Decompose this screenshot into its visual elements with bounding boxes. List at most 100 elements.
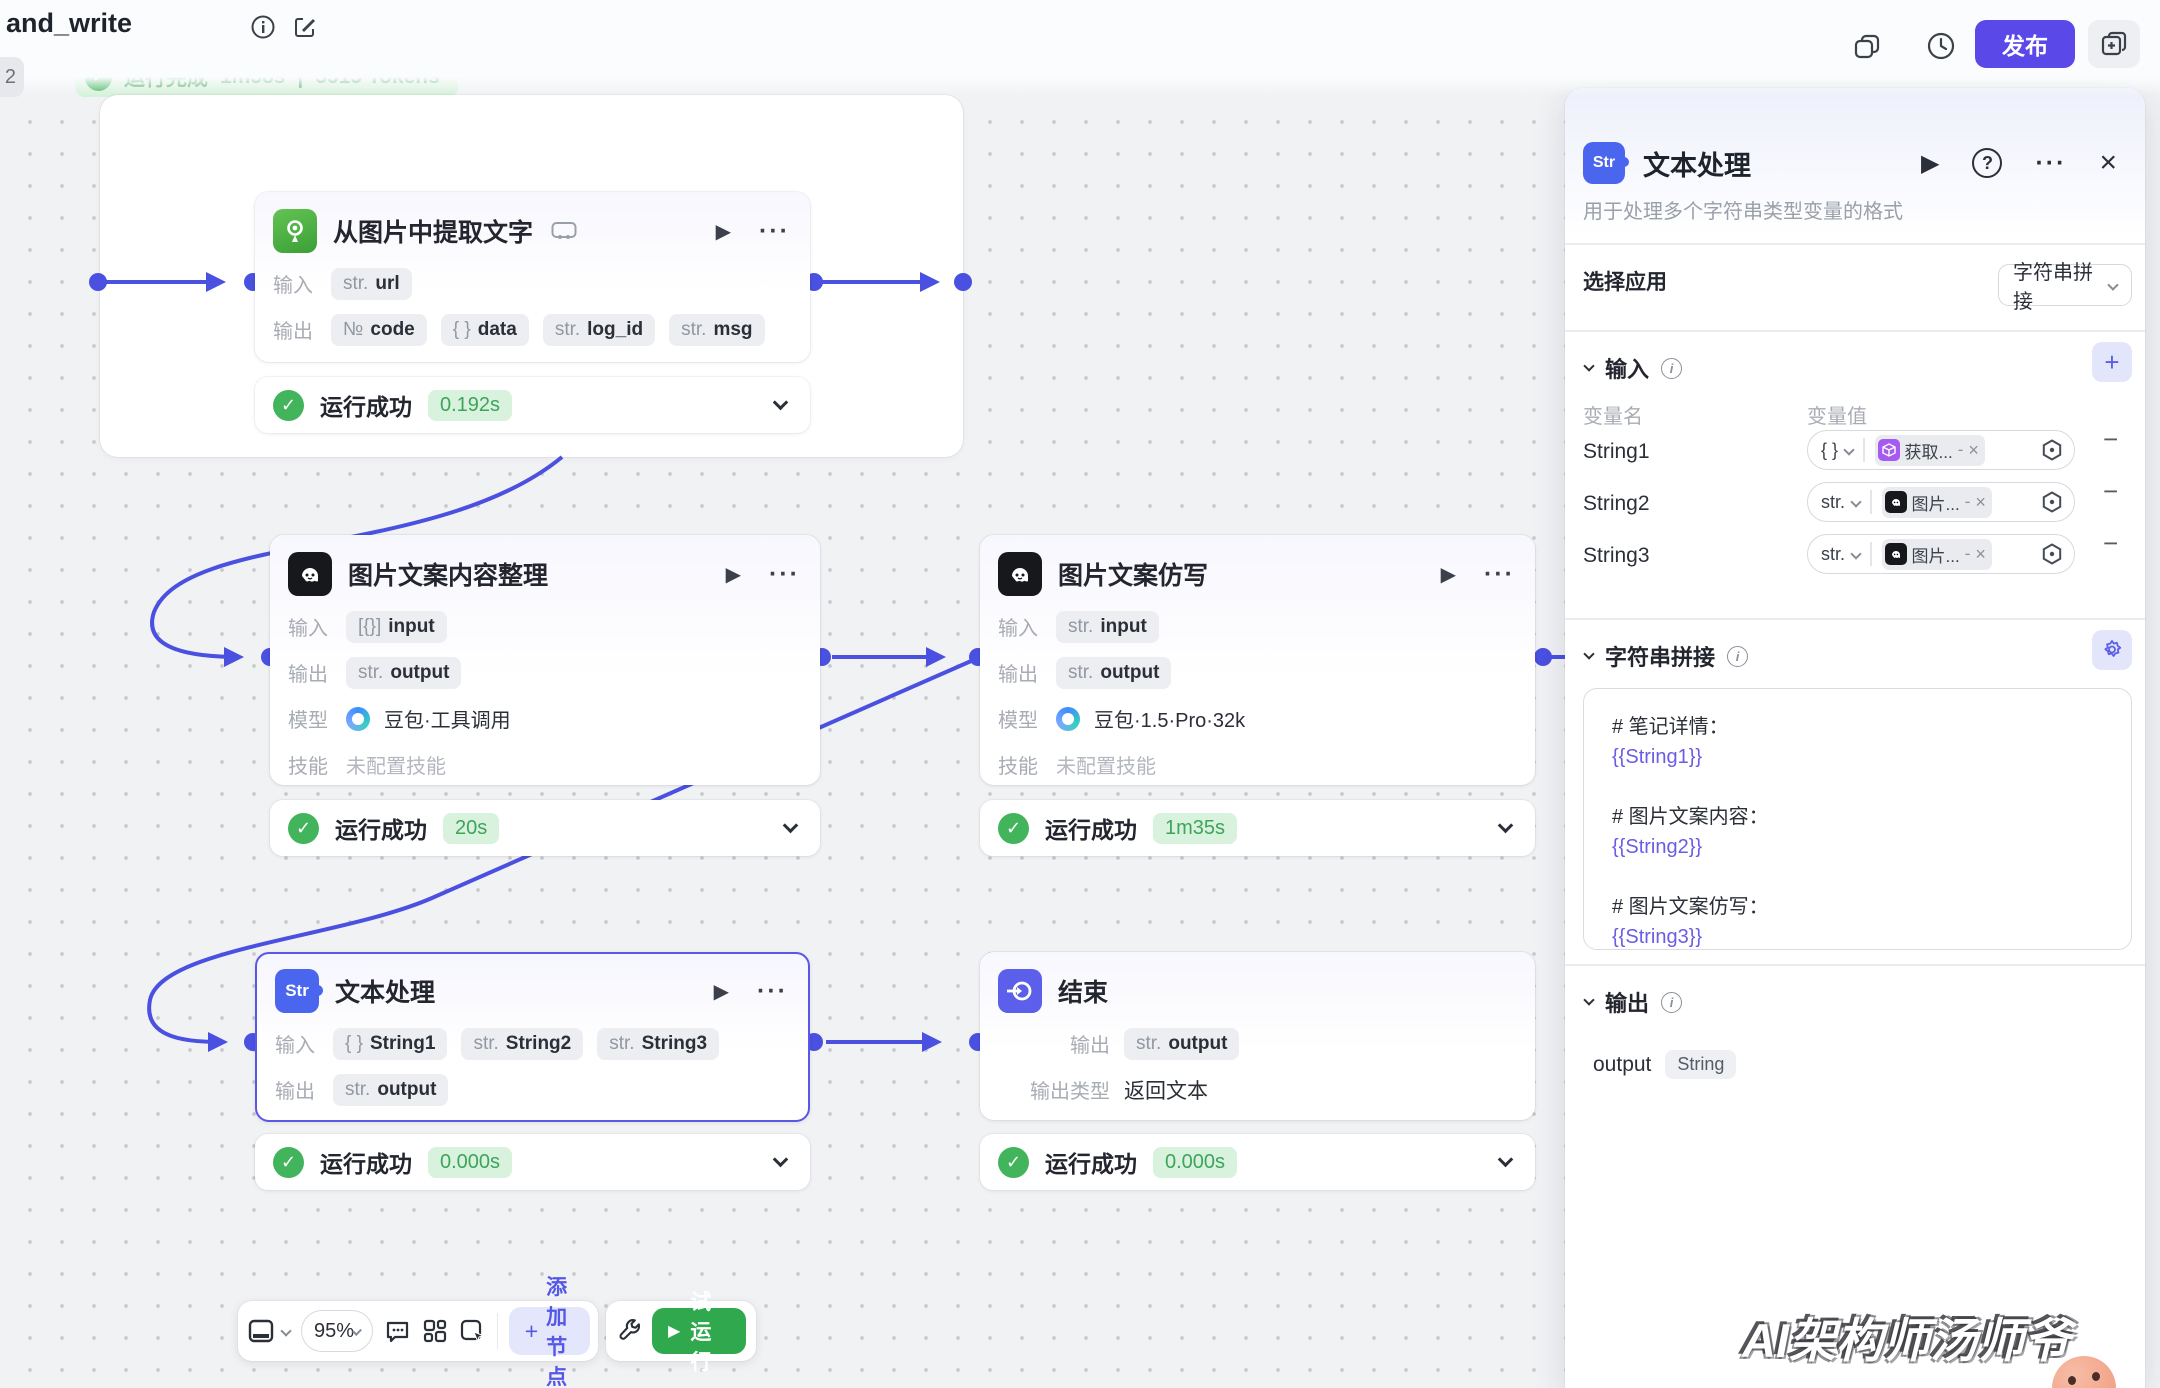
variable-ref-pill[interactable]: 获取... - × (1875, 435, 1985, 466)
status-time: 20s (443, 813, 499, 844)
var-value-control[interactable]: { } 获取... - × (1807, 430, 2075, 470)
node-output-row: 输出 str.output (998, 654, 1517, 691)
zoom-value: 95% (314, 1320, 354, 1343)
variable-ref-pill[interactable]: 图片... - × (1882, 539, 1992, 570)
remove-icon[interactable]: × (1975, 492, 1986, 513)
output-section-header[interactable]: 输出 i (1585, 986, 1682, 1018)
param-pill: str.input (1056, 611, 1159, 643)
input-section-header[interactable]: 输入 i (1585, 352, 1682, 384)
skill-label: 技能 (998, 750, 1042, 779)
panel-title: 文本处理 (1643, 144, 1751, 183)
template-line: # 图片文案仿写： (1612, 892, 2103, 922)
status-time: 1m35s (1153, 813, 1237, 844)
close-icon[interactable]: × (2099, 148, 2117, 178)
node-output-type-row: 输出类型 返回文本 (998, 1071, 1517, 1108)
adjust-icon[interactable] (2040, 542, 2064, 566)
concat-template-editor[interactable]: # 笔记详情： {{String1}} # 图片文案内容： {{String2}… (1583, 688, 2132, 950)
copy-icon[interactable] (1852, 32, 1882, 62)
add-node-button[interactable]: + 添加节点 (509, 1307, 590, 1355)
status-bar-text-process[interactable]: ✓ 运行成功 0.000s (255, 1134, 810, 1190)
zoom-select[interactable]: 95% (301, 1310, 373, 1352)
add-panel-button[interactable] (2088, 20, 2140, 68)
test-run-button[interactable]: ▶ 试运行 (652, 1308, 746, 1354)
template-line: # 图片文案内容： (1612, 802, 2103, 832)
publish-button[interactable]: 发布 (1975, 20, 2075, 68)
var-name: String1 (1583, 440, 1650, 464)
doubao-ghost-icon (288, 552, 332, 596)
remove-icon[interactable]: × (1975, 544, 1986, 565)
output-label: 输出 (273, 315, 317, 344)
divider (1863, 438, 1865, 462)
node-run-icon[interactable]: ▶ (716, 219, 731, 244)
param-pill: str.String3 (597, 1028, 719, 1060)
status-label: 运行成功 (335, 811, 427, 845)
input-label: 输入 (273, 269, 317, 298)
node-extract-text-from-image[interactable]: 从图片中提取文字 ▶ ··· 输入 str.url 输出 №code { }da… (255, 192, 810, 362)
status-time: 0.192s (428, 390, 512, 421)
model-name: 豆包·1.5·Pro·32k (1094, 704, 1245, 733)
remove-row-button[interactable]: − (2103, 476, 2118, 507)
edit-icon[interactable] (292, 14, 318, 40)
var-value-control[interactable]: str. 图片... - × (1807, 534, 2075, 574)
canvas-toolbar: 95% + 添加节点 (238, 1301, 598, 1361)
status-label: 运行成功 (320, 1145, 412, 1179)
version-count-badge[interactable]: 2 (0, 57, 24, 97)
add-input-button[interactable]: + (2092, 342, 2132, 382)
concat-settings-button[interactable] (2092, 630, 2132, 670)
node-input-row: 输入 str.url (273, 265, 792, 302)
status-bar-organize[interactable]: ✓ 运行成功 20s (270, 800, 820, 856)
info-icon[interactable] (250, 14, 276, 40)
wrench-icon[interactable] (616, 1318, 642, 1344)
minimap-toggle[interactable] (246, 1316, 290, 1346)
node-more-icon[interactable]: ··· (1484, 560, 1515, 589)
select-tool-icon[interactable] (459, 1318, 486, 1345)
status-label: 运行成功 (1045, 811, 1137, 845)
node-image-copy-imitate[interactable]: 图片文案仿写 ▶ ··· 输入 str.input 输出 str.output … (980, 535, 1535, 785)
node-more-icon[interactable]: ··· (759, 217, 790, 246)
type-selector[interactable]: str. (1821, 544, 1845, 565)
comment-icon[interactable] (384, 1318, 411, 1345)
node-run-icon[interactable]: ▶ (714, 979, 729, 1004)
node-model-row: 模型 豆包·1.5·Pro·32k (998, 700, 1517, 737)
node-image-copy-organize[interactable]: 图片文案内容整理 ▶ ··· 输入 [{}]input 输出 str.outpu… (270, 535, 820, 785)
var-value-control[interactable]: str. 图片... - × (1807, 482, 2075, 522)
node-skill-row: 技能 未配置技能 (288, 746, 802, 783)
node-more-icon[interactable]: ··· (757, 977, 788, 1006)
node-run-icon[interactable]: ▶ (1441, 562, 1456, 587)
node-run-icon[interactable]: ▶ (726, 562, 741, 587)
adjust-icon[interactable] (2040, 438, 2064, 462)
node-text-process[interactable]: Str 文本处理 ▶ ··· 输入 { }String1 str.String2… (255, 952, 810, 1122)
node-end[interactable]: 结束 输出 str.output 输出类型 返回文本 (980, 952, 1535, 1120)
panel-run-icon[interactable]: ▶ (1921, 149, 1939, 178)
output-type-value: 返回文本 (1124, 1075, 1208, 1105)
type-selector[interactable]: { } (1821, 440, 1838, 461)
remove-row-button[interactable]: − (2103, 424, 2118, 455)
help-icon[interactable]: ? (1972, 148, 2002, 178)
auto-layout-icon[interactable] (422, 1318, 448, 1344)
panel-more-icon[interactable]: ··· (2035, 149, 2066, 178)
chevron-down-icon (1583, 994, 1594, 1005)
chevron-down-icon[interactable] (783, 817, 799, 833)
skill-value: 未配置技能 (1056, 750, 1156, 779)
type-selector[interactable]: str. (1821, 492, 1845, 513)
output-label: 输出 (275, 1075, 319, 1104)
chevron-down-icon[interactable] (1498, 1151, 1514, 1167)
node-more-icon[interactable]: ··· (769, 560, 800, 589)
chevron-down-icon[interactable] (1498, 817, 1514, 833)
param-pill: №code (331, 314, 427, 346)
remove-row-button[interactable]: − (2103, 528, 2118, 559)
history-icon[interactable] (1925, 30, 1957, 62)
output-label: 输出 (998, 1029, 1110, 1058)
adjust-icon[interactable] (2040, 490, 2064, 514)
select-app-dropdown[interactable]: 字符串拼接 (1998, 264, 2132, 306)
status-bar-imitate[interactable]: ✓ 运行成功 1m35s (980, 800, 1535, 856)
remove-icon[interactable]: × (1968, 440, 1979, 461)
status-bar-extract[interactable]: ✓ 运行成功 0.192s (255, 377, 810, 433)
text-process-icon: Str (1583, 142, 1625, 184)
variable-ref-pill[interactable]: 图片... - × (1882, 487, 1992, 518)
chevron-down-icon[interactable] (773, 1151, 789, 1167)
status-bar-end[interactable]: ✓ 运行成功 0.000s (980, 1134, 1535, 1190)
chevron-down-icon[interactable] (773, 394, 789, 410)
concat-section-header[interactable]: 字符串拼接 i (1585, 640, 1748, 672)
success-check-icon: ✓ (998, 1147, 1029, 1178)
